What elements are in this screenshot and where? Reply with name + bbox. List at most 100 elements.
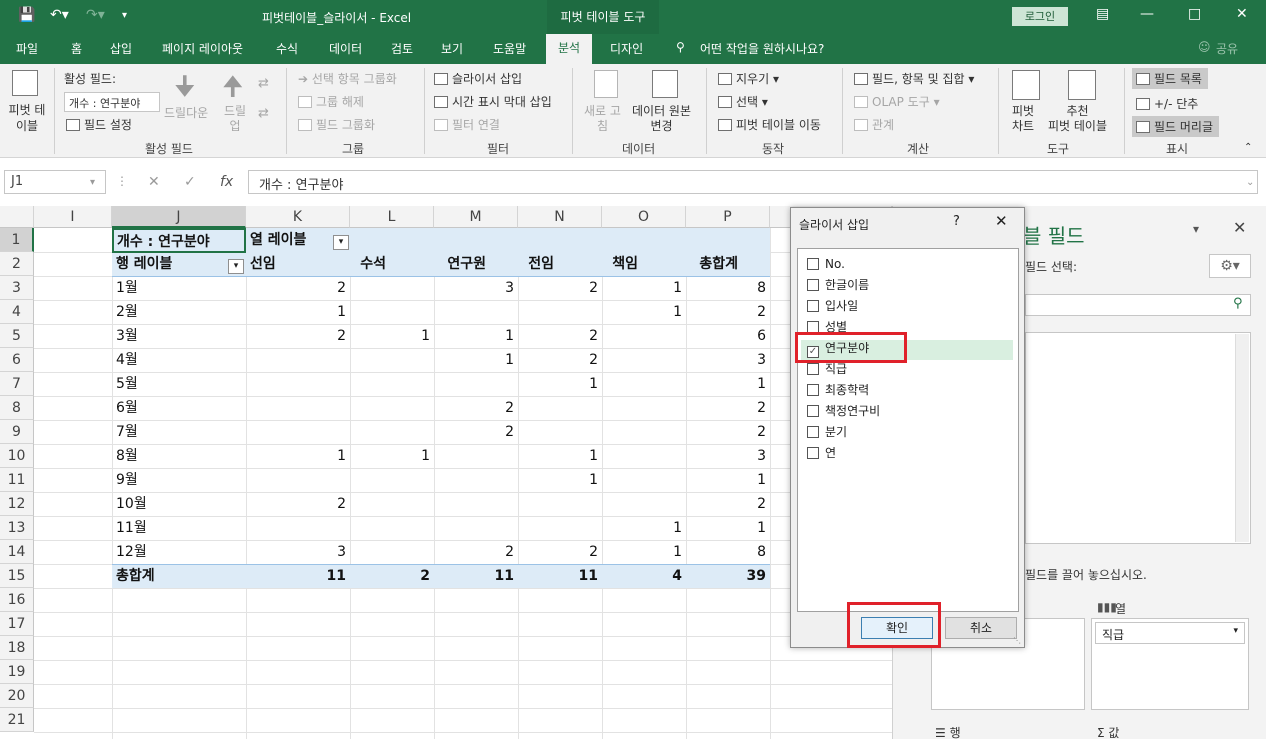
- row-header[interactable]: 4: [0, 300, 34, 324]
- pivot-chart-button[interactable]: 피벗 차트: [1012, 104, 1034, 134]
- column-header-l[interactable]: L: [350, 206, 434, 228]
- value-cell[interactable]: [350, 348, 434, 372]
- checkbox[interactable]: [807, 363, 819, 375]
- value-cell[interactable]: 1: [246, 300, 350, 324]
- row-header[interactable]: 15: [0, 564, 34, 588]
- row-header[interactable]: 12: [0, 492, 34, 516]
- column-header-k[interactable]: K: [246, 206, 350, 228]
- value-cell[interactable]: [246, 372, 350, 396]
- move-pivot-button[interactable]: 피벗 테이블 이동: [718, 116, 821, 133]
- value-cell[interactable]: 1: [686, 468, 770, 492]
- value-cell[interactable]: 1: [602, 300, 686, 324]
- value-cell[interactable]: 1: [350, 444, 434, 468]
- value-cell[interactable]: [518, 420, 602, 444]
- value-cell[interactable]: [434, 492, 518, 516]
- field-settings-button[interactable]: 필드 설정: [66, 116, 132, 133]
- value-cell[interactable]: [434, 300, 518, 324]
- slicer-field-item[interactable]: 책정연구비: [807, 401, 880, 421]
- slicer-field-item[interactable]: No.: [807, 254, 845, 274]
- active-field-input[interactable]: 개수 : 연구분야: [64, 92, 160, 112]
- dialog-help-button[interactable]: ?: [953, 214, 960, 229]
- pivot-table-button[interactable]: 피벗 테 이블: [6, 102, 48, 134]
- value-cell[interactable]: [350, 516, 434, 540]
- row-label-cell[interactable]: 11월: [116, 516, 242, 540]
- value-cell[interactable]: [602, 396, 686, 420]
- ungroup-button[interactable]: 그룹 해제: [298, 93, 364, 110]
- formula-input[interactable]: 개수 : 연구분야: [248, 170, 1258, 194]
- value-cell[interactable]: [518, 396, 602, 420]
- slicer-field-item[interactable]: 연: [807, 443, 836, 463]
- value-cell[interactable]: 8: [686, 540, 770, 564]
- expand-field-icon[interactable]: ⇄: [258, 76, 269, 91]
- value-cell[interactable]: 2: [686, 396, 770, 420]
- value-cell[interactable]: 1: [518, 372, 602, 396]
- value-cell[interactable]: 1: [518, 468, 602, 492]
- resize-grip-icon[interactable]: ⋱: [1013, 636, 1021, 645]
- row-label-cell[interactable]: 3월: [116, 324, 242, 348]
- row-header[interactable]: 7: [0, 372, 34, 396]
- value-cell[interactable]: 6: [686, 324, 770, 348]
- value-cell[interactable]: [602, 492, 686, 516]
- checkbox[interactable]: [807, 279, 819, 291]
- value-cell[interactable]: 3: [686, 348, 770, 372]
- share-button[interactable]: 공유: [1216, 40, 1238, 57]
- value-cell[interactable]: [434, 444, 518, 468]
- tab-data[interactable]: 데이터: [329, 40, 362, 57]
- row-header[interactable]: 16: [0, 588, 34, 612]
- tab-page-layout[interactable]: 페이지 레이아웃: [162, 40, 243, 57]
- value-cell[interactable]: [518, 492, 602, 516]
- value-cell[interactable]: [350, 492, 434, 516]
- value-cell[interactable]: 1: [686, 516, 770, 540]
- row-header[interactable]: 20: [0, 684, 34, 708]
- pane-close-icon[interactable]: ✕: [1233, 218, 1246, 237]
- minimize-icon[interactable]: —: [1140, 6, 1154, 22]
- drill-up-button[interactable]: 드릴 업: [224, 104, 246, 134]
- row-header[interactable]: 1: [0, 228, 34, 252]
- slicer-field-item[interactable]: 분기: [807, 422, 847, 442]
- row-label-cell[interactable]: 9월: [116, 468, 242, 492]
- select-all-corner[interactable]: [0, 206, 34, 228]
- redo-icon[interactable]: ↷▾: [86, 7, 105, 23]
- value-cell[interactable]: 2: [686, 300, 770, 324]
- column-header-p[interactable]: P: [686, 206, 770, 228]
- column-header-j[interactable]: J: [112, 206, 246, 228]
- value-cell[interactable]: 1: [602, 276, 686, 300]
- row-labels-cell[interactable]: 행 레이블: [116, 252, 226, 276]
- slicer-field-item[interactable]: 한글이름: [807, 275, 869, 295]
- checkbox[interactable]: [807, 426, 819, 438]
- value-cell[interactable]: 1: [350, 324, 434, 348]
- row-header[interactable]: 10: [0, 444, 34, 468]
- value-cell[interactable]: 3: [246, 540, 350, 564]
- field-list-scrollbar[interactable]: [1235, 334, 1249, 542]
- row-header[interactable]: 18: [0, 636, 34, 660]
- slicer-field-item[interactable]: 최종학력: [807, 380, 869, 400]
- row-header[interactable]: 8: [0, 396, 34, 420]
- row-label-cell[interactable]: 6월: [116, 396, 242, 420]
- value-cell[interactable]: [434, 372, 518, 396]
- checkbox[interactable]: [807, 300, 819, 312]
- undo-icon[interactable]: ↶▾: [50, 7, 69, 23]
- row-header[interactable]: 14: [0, 540, 34, 564]
- value-cell[interactable]: [350, 372, 434, 396]
- recommended-pivot-button[interactable]: 추천 피벗 테이블: [1048, 104, 1107, 134]
- value-cell[interactable]: [350, 276, 434, 300]
- row-header[interactable]: 6: [0, 348, 34, 372]
- row-header[interactable]: 13: [0, 516, 34, 540]
- value-cell[interactable]: [518, 300, 602, 324]
- insert-function-icon[interactable]: fx: [220, 174, 233, 190]
- value-cell[interactable]: 2: [434, 396, 518, 420]
- row-label-cell[interactable]: 10월: [116, 492, 242, 516]
- tab-review[interactable]: 검토: [391, 40, 413, 57]
- row-header[interactable]: 11: [0, 468, 34, 492]
- gear-icon[interactable]: ⚙▾: [1209, 254, 1251, 278]
- change-source-button[interactable]: 데이터 원본 변경: [632, 104, 691, 134]
- olap-tools-button[interactable]: OLAP 도구 ▾: [854, 93, 940, 110]
- filter-connections-button[interactable]: 필터 연결: [434, 116, 500, 133]
- clear-button[interactable]: 지우기 ▾: [718, 70, 779, 87]
- select-button[interactable]: 선택 ▾: [718, 93, 768, 110]
- row-header[interactable]: 21: [0, 708, 34, 732]
- value-cell[interactable]: [602, 372, 686, 396]
- row-label-cell[interactable]: 5월: [116, 372, 242, 396]
- row-header[interactable]: 2: [0, 252, 34, 276]
- cancel-icon[interactable]: ✕: [148, 174, 160, 190]
